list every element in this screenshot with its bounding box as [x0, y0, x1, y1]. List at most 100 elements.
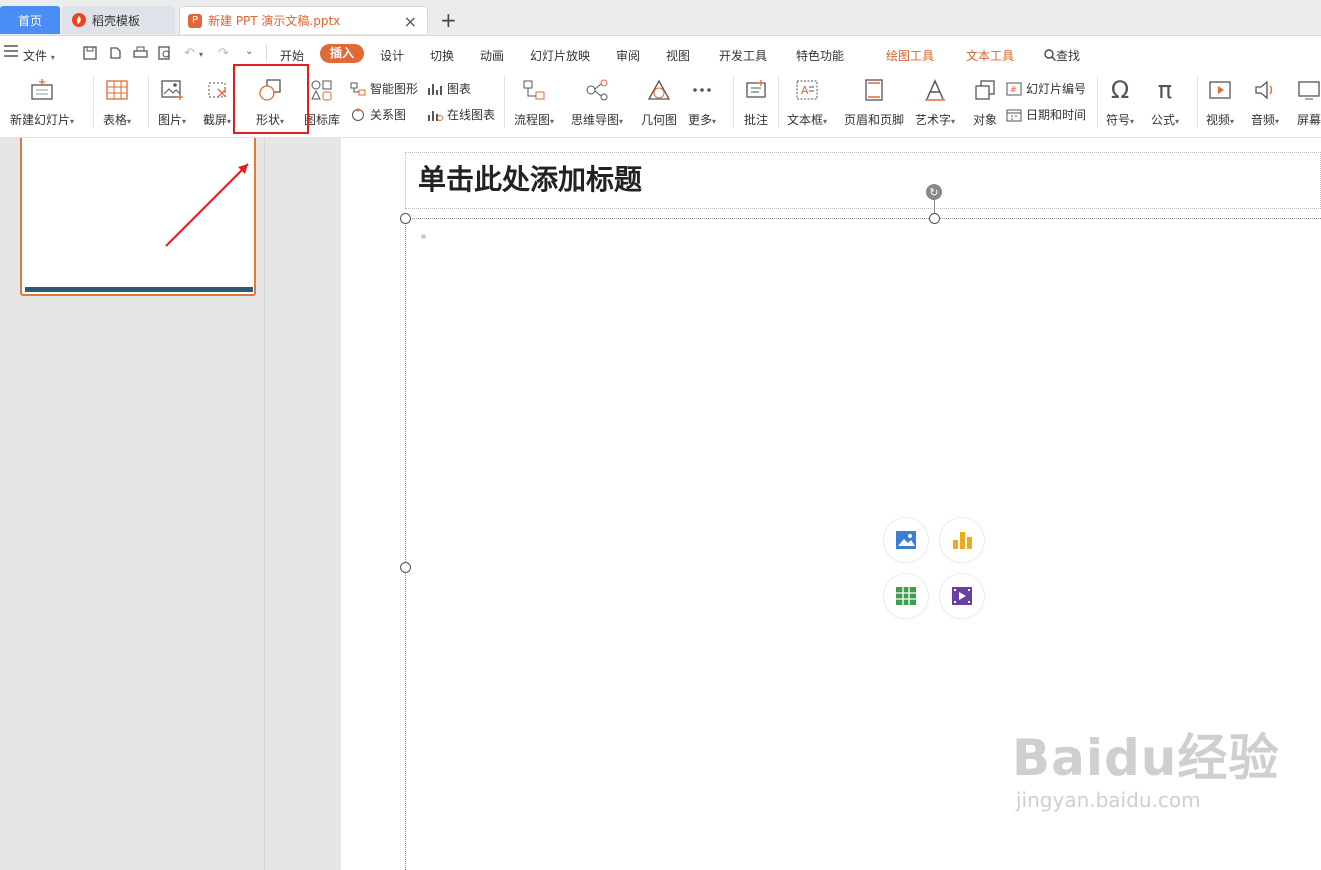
textbox-button[interactable]: A 文本框▾	[787, 72, 827, 128]
menu-transition[interactable]: 切换	[430, 47, 454, 64]
insert-video-button[interactable]	[940, 574, 984, 618]
screenshot-button[interactable]: 截屏▾	[203, 72, 231, 128]
online-chart-button[interactable]: 在线图表	[427, 106, 495, 123]
save-icon[interactable]	[83, 46, 97, 64]
customize-dropdown-icon[interactable]: ⌄	[245, 46, 253, 57]
comment-label: 批注	[743, 113, 768, 127]
menu-file[interactable]: 文件 ▾	[23, 47, 55, 64]
svg-text:#: #	[1010, 85, 1017, 94]
red-arrow-annotation	[165, 163, 249, 247]
chart-label: 图表	[447, 82, 472, 96]
table-icon	[104, 77, 130, 103]
redo-icon[interactable]: ↷	[218, 46, 229, 61]
screenshot-icon	[204, 77, 230, 103]
smart-art-button[interactable]: 智能图形	[350, 80, 418, 97]
menu-special[interactable]: 特色功能	[796, 47, 844, 64]
icon-library-label: 图标库	[304, 113, 341, 127]
resize-handle-middle-left[interactable]	[400, 562, 411, 573]
comment-button[interactable]: 批注	[743, 72, 769, 128]
shape-highlight-box	[233, 64, 309, 134]
menu-text-tools[interactable]: 文本工具	[966, 47, 1014, 64]
chart-icon	[428, 83, 442, 95]
tab-document[interactable]: P 新建 PPT 演示文稿.pptx ×	[179, 6, 428, 34]
new-slide-icon	[29, 77, 55, 103]
mindmap-icon	[584, 77, 610, 103]
table-label: 表格	[103, 113, 128, 127]
object-icon	[972, 77, 998, 103]
menu-insert[interactable]: 插入	[320, 44, 365, 63]
insert-table-button[interactable]	[884, 574, 928, 618]
hamburger-menu-icon[interactable]	[4, 45, 18, 61]
relation-button[interactable]: 关系图	[350, 106, 406, 123]
menu-search[interactable]: 查找	[1044, 47, 1080, 64]
menu-design[interactable]: 设计	[380, 47, 404, 64]
geometry-button[interactable]: 几何图	[641, 72, 677, 128]
header-footer-button[interactable]: 页眉和页脚	[844, 72, 904, 128]
more-icon	[689, 77, 715, 103]
speaker-icon	[1252, 77, 1278, 103]
screen-record-button[interactable]: 屏幕	[1296, 72, 1321, 128]
formula-label: 公式	[1151, 113, 1176, 127]
tab-docer[interactable]: 稻壳模板	[62, 6, 175, 34]
slide-number-button[interactable]: # 幻灯片编号	[1006, 80, 1086, 97]
resize-handle-top-left[interactable]	[400, 213, 411, 224]
print-preview-icon[interactable]	[158, 46, 172, 64]
omega-icon: Ω	[1110, 76, 1130, 104]
video-icon	[952, 587, 972, 605]
chart-button[interactable]: 图表	[427, 80, 471, 97]
smart-art-icon	[350, 82, 366, 95]
formula-button[interactable]: π 公式▾	[1151, 72, 1179, 128]
menu-developer[interactable]: 开发工具	[719, 47, 767, 64]
watermark-url: jingyan.baidu.com	[1016, 788, 1201, 812]
mindmap-button[interactable]: 思维导图▾	[571, 72, 623, 128]
divider	[504, 76, 505, 128]
table-button[interactable]: 表格▾	[103, 72, 131, 128]
export-pdf-icon[interactable]	[108, 46, 122, 64]
video-icon	[1207, 77, 1233, 103]
menu-review[interactable]: 审阅	[616, 47, 640, 64]
undo-icon[interactable]: ↶ ▾	[184, 46, 203, 61]
date-time-label: 日期和时间	[1026, 108, 1087, 122]
picture-button[interactable]: 图片▾	[158, 72, 186, 128]
close-icon[interactable]: ×	[404, 12, 417, 31]
tab-home[interactable]: 首页	[0, 6, 60, 34]
header-footer-icon	[861, 77, 887, 103]
video-button[interactable]: 视频▾	[1206, 72, 1234, 128]
icon-library-button[interactable]: 图标库	[304, 72, 340, 128]
baidu-watermark: Baidu经验 jingyan.baidu.com	[1012, 728, 1279, 812]
screen-label: 屏幕	[1296, 113, 1321, 127]
divider	[93, 76, 94, 128]
table-icon	[896, 587, 916, 605]
title-placeholder-text[interactable]: 单击此处添加标题	[418, 158, 642, 198]
textbox-icon: A	[794, 77, 820, 103]
menu-slideshow[interactable]: 幻灯片放映	[530, 47, 590, 64]
rotate-handle-icon[interactable]: ↻	[926, 184, 942, 200]
menu-animation[interactable]: 动画	[480, 47, 504, 64]
search-icon	[1044, 49, 1056, 61]
picture-label: 图片	[158, 113, 183, 127]
tab-bar: 首页 稻壳模板 P 新建 PPT 演示文稿.pptx × +	[0, 0, 1321, 36]
more-button[interactable]: 更多▾	[688, 72, 716, 128]
resize-handle-top-middle[interactable]	[929, 213, 940, 224]
audio-button[interactable]: 音频▾	[1251, 72, 1279, 128]
comment-icon	[743, 77, 769, 103]
insert-chart-button[interactable]	[940, 518, 984, 562]
flowchart-icon	[521, 77, 547, 103]
new-tab-button[interactable]: +	[440, 8, 457, 32]
date-time-button[interactable]: 日期和时间	[1006, 106, 1086, 123]
header-footer-label: 页眉和页脚	[844, 113, 905, 127]
print-icon[interactable]	[133, 46, 148, 64]
object-button[interactable]: 对象	[972, 72, 998, 128]
canvas-background	[265, 138, 341, 870]
chart-bar-icon	[953, 532, 972, 549]
menu-view[interactable]: 视图	[666, 47, 690, 64]
insert-picture-button[interactable]	[884, 518, 928, 562]
mindmap-label: 思维导图	[571, 113, 620, 127]
wordart-button[interactable]: 艺术字▾	[915, 72, 955, 128]
new-slide-button[interactable]: 新建幻灯片▾	[10, 72, 74, 128]
menu-start[interactable]: 开始	[280, 47, 304, 64]
flowchart-button[interactable]: 流程图▾	[514, 72, 554, 128]
symbol-button[interactable]: Ω 符号▾	[1106, 72, 1134, 128]
divider	[148, 76, 149, 128]
menu-drawing-tools[interactable]: 绘图工具	[886, 47, 934, 64]
